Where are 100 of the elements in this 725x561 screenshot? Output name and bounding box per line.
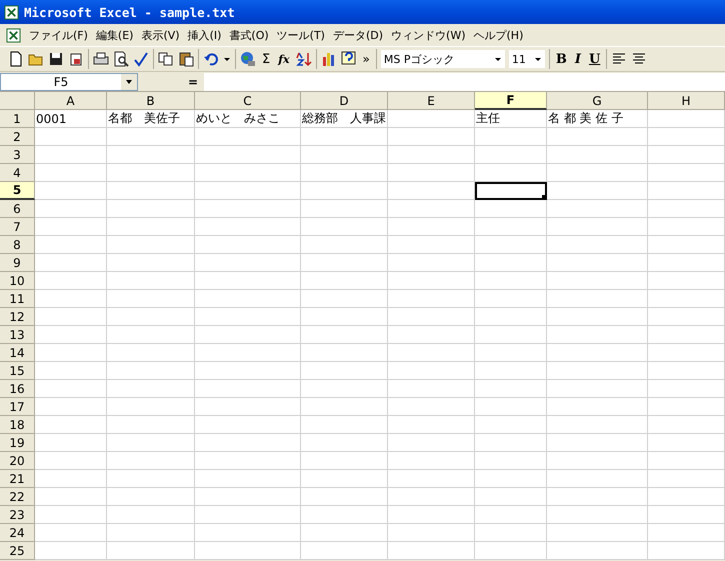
table-cell[interactable]	[35, 434, 107, 452]
spell-check-icon[interactable]	[133, 51, 149, 67]
table-cell[interactable]	[388, 506, 475, 524]
table-cell[interactable]	[648, 416, 725, 434]
table-cell[interactable]: めいと みさこ	[195, 110, 301, 128]
table-cell[interactable]	[301, 236, 388, 254]
table-cell[interactable]	[388, 164, 475, 182]
table-cell[interactable]	[107, 200, 195, 218]
table-cell[interactable]	[547, 146, 648, 164]
table-cell[interactable]	[547, 218, 648, 236]
undo-icon[interactable]	[203, 51, 219, 67]
table-cell[interactable]	[475, 146, 547, 164]
table-cell[interactable]	[195, 452, 301, 470]
table-cell[interactable]	[195, 254, 301, 272]
fill-handle[interactable]	[542, 195, 547, 200]
table-cell[interactable]	[35, 218, 107, 236]
table-cell[interactable]	[301, 398, 388, 416]
table-cell[interactable]	[35, 524, 107, 542]
row-header[interactable]: 8	[0, 236, 35, 254]
table-cell[interactable]	[475, 218, 547, 236]
table-cell[interactable]	[388, 110, 475, 128]
table-cell[interactable]	[195, 290, 301, 308]
paste-icon[interactable]	[178, 51, 194, 67]
insert-function-button[interactable]: fx	[276, 52, 292, 66]
row-header[interactable]: 20	[0, 452, 35, 470]
table-cell[interactable]	[107, 272, 195, 290]
table-cell[interactable]	[107, 362, 195, 380]
table-cell[interactable]	[107, 290, 195, 308]
table-cell[interactable]	[195, 416, 301, 434]
caret-icon[interactable]	[534, 55, 542, 63]
table-cell[interactable]	[547, 398, 648, 416]
table-cell[interactable]	[547, 542, 648, 560]
table-cell[interactable]	[107, 488, 195, 506]
table-cell[interactable]	[547, 344, 648, 362]
table-cell[interactable]	[475, 254, 547, 272]
table-cell[interactable]	[475, 308, 547, 326]
copy-icon[interactable]	[158, 51, 174, 67]
table-cell[interactable]	[301, 452, 388, 470]
table-cell[interactable]	[388, 344, 475, 362]
table-cell[interactable]	[301, 416, 388, 434]
table-cell[interactable]	[301, 380, 388, 398]
menu-item[interactable]: 書式(O)	[225, 28, 273, 42]
table-cell[interactable]	[388, 200, 475, 218]
chart-icon[interactable]	[320, 51, 337, 67]
column-header[interactable]: C	[195, 92, 301, 110]
table-cell[interactable]	[388, 362, 475, 380]
table-cell[interactable]	[301, 308, 388, 326]
table-cell[interactable]	[301, 542, 388, 560]
menu-item[interactable]: ヘルプ(H)	[470, 28, 528, 42]
row-header[interactable]: 7	[0, 218, 35, 236]
table-cell[interactable]	[35, 272, 107, 290]
save-icon[interactable]	[48, 51, 64, 67]
table-cell[interactable]	[107, 542, 195, 560]
table-cell[interactable]	[107, 470, 195, 488]
table-cell[interactable]	[301, 272, 388, 290]
table-cell[interactable]	[547, 362, 648, 380]
table-cell[interactable]	[107, 380, 195, 398]
table-cell[interactable]	[35, 380, 107, 398]
table-cell[interactable]	[195, 542, 301, 560]
table-cell[interactable]	[301, 344, 388, 362]
table-cell[interactable]	[648, 380, 725, 398]
table-cell[interactable]: 名 都 美 佐 子	[547, 110, 648, 128]
row-header[interactable]: 13	[0, 326, 35, 344]
table-cell[interactable]	[35, 452, 107, 470]
table-cell[interactable]	[301, 146, 388, 164]
table-cell[interactable]	[107, 506, 195, 524]
table-cell[interactable]	[388, 254, 475, 272]
table-cell[interactable]	[195, 164, 301, 182]
table-cell[interactable]	[107, 398, 195, 416]
table-cell[interactable]	[195, 326, 301, 344]
row-header[interactable]: 11	[0, 290, 35, 308]
table-cell[interactable]	[35, 290, 107, 308]
table-cell[interactable]	[107, 308, 195, 326]
table-cell[interactable]	[388, 272, 475, 290]
table-cell[interactable]	[547, 434, 648, 452]
table-cell[interactable]	[547, 290, 648, 308]
table-cell[interactable]	[301, 326, 388, 344]
underline-button[interactable]: U	[586, 52, 602, 66]
table-cell[interactable]	[195, 506, 301, 524]
table-cell[interactable]	[648, 218, 725, 236]
table-cell[interactable]	[547, 164, 648, 182]
row-header[interactable]: 10	[0, 272, 35, 290]
row-header[interactable]: 23	[0, 506, 35, 524]
column-header[interactable]: D	[301, 92, 388, 110]
table-cell[interactable]	[107, 182, 195, 200]
table-cell[interactable]	[107, 524, 195, 542]
table-cell[interactable]	[648, 236, 725, 254]
table-cell[interactable]	[195, 146, 301, 164]
table-cell[interactable]	[35, 236, 107, 254]
table-cell[interactable]	[195, 380, 301, 398]
row-header[interactable]: 6	[0, 200, 35, 218]
bold-button[interactable]: B	[554, 52, 569, 66]
table-cell[interactable]	[388, 236, 475, 254]
menu-item[interactable]: ツール(T)	[272, 28, 329, 42]
table-cell[interactable]	[35, 128, 107, 146]
font-dropdown[interactable]: MS Pゴシック	[380, 50, 505, 68]
table-cell[interactable]	[648, 326, 725, 344]
table-cell[interactable]	[35, 308, 107, 326]
table-cell[interactable]	[648, 470, 725, 488]
formula-input[interactable]	[204, 72, 725, 90]
